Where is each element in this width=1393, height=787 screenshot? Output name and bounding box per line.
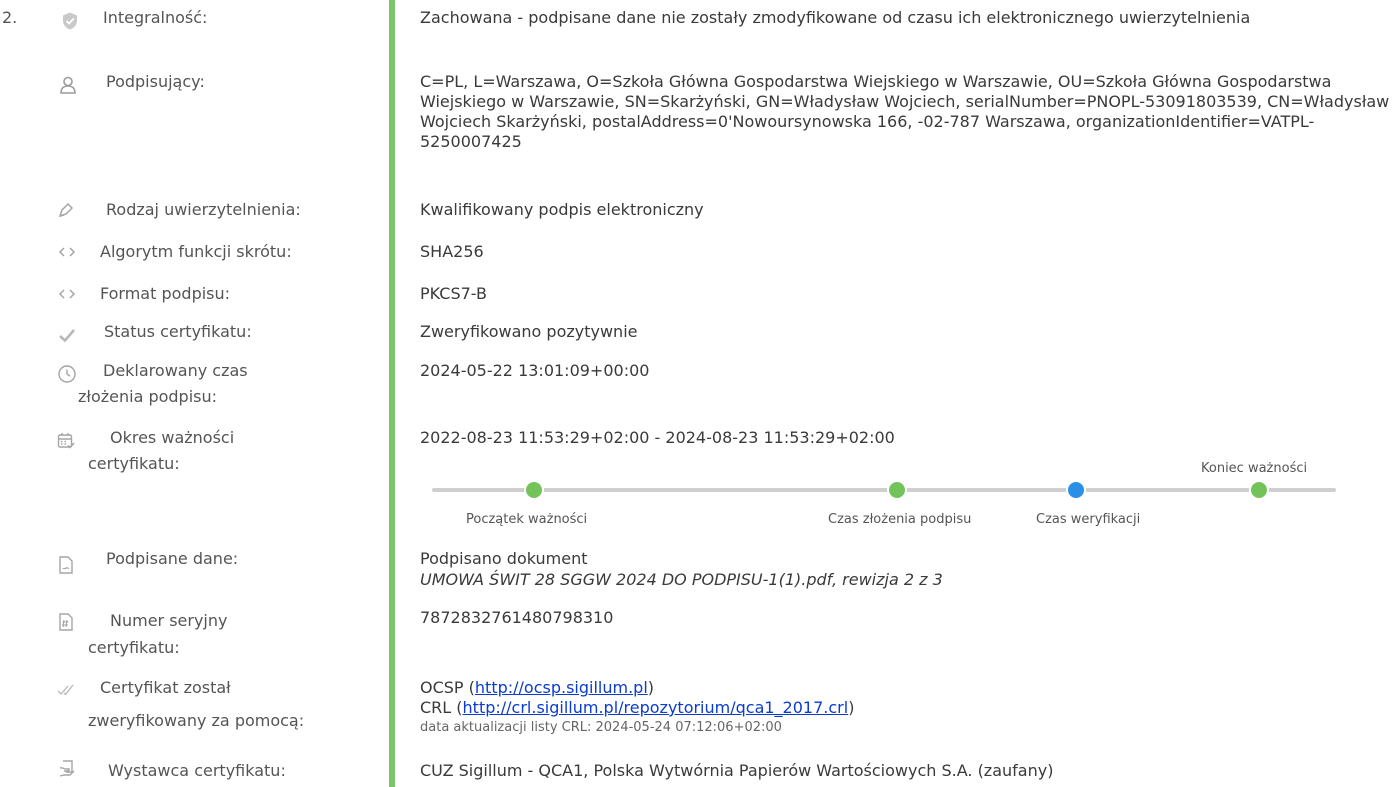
ocsp-link[interactable]: http://ocsp.sigillum.pl (475, 678, 648, 697)
integrity-label: Integralność: (103, 8, 208, 27)
validity-value: 2022-08-23 11:53:29+02:00 - 2024-08-23 1… (420, 428, 895, 447)
crl-link[interactable]: http://crl.sigillum.pl/repozytorium/qca1… (463, 698, 849, 717)
issuer-value: CUZ Sigillum - QCA1, Polska Wytwórnia Pa… (420, 761, 1054, 780)
verified-by-label-line2: zweryfikowany za pomocą: (88, 711, 305, 730)
status-accent-bar (389, 0, 395, 787)
certificate-status-value: Zweryfikowano pozytywnie (420, 322, 638, 341)
integrity-value: Zachowana - podpisane dane nie zostały z… (420, 8, 1251, 27)
timeline-end-dot (1249, 480, 1269, 500)
declared-time-label-line1: Deklarowany czas (103, 361, 248, 380)
pen-icon (56, 200, 76, 220)
code-icon (57, 242, 77, 262)
declared-time-label-line2: złożenia podpisu: (78, 387, 218, 406)
signed-data-label: Podpisane dane: (106, 549, 239, 568)
timeline-signing-dot (887, 480, 907, 500)
auth-type-value: Kwalifikowany podpis elektroniczny (420, 200, 704, 219)
crl-suffix: ) (848, 698, 855, 717)
entry-index: 2. (2, 8, 18, 27)
serial-value: 7872832761480798310 (420, 608, 614, 627)
crl-prefix: CRL ( (420, 698, 463, 717)
clock-icon (57, 364, 77, 384)
timeline-start-label: Początek ważności (466, 512, 588, 527)
crl-update-date: data aktualizacji listy CRL: 2024-05-24 … (420, 720, 782, 735)
user-icon (58, 75, 78, 95)
signed-data-filename: UMOWA ŚWIT 28 SGGW 2024 DO PODPISU-1(1).… (420, 570, 943, 589)
validity-label-line2: certyfikatu: (88, 454, 180, 473)
issuer-label: Wystawca certyfikatu: (108, 761, 286, 780)
crl-line: CRL (http://crl.sigillum.pl/repozytorium… (420, 698, 854, 718)
signature-format-value: PKCS7-B (420, 284, 487, 303)
certificate-status-label: Status certyfikatu: (104, 322, 252, 341)
certificate-hand-icon (57, 758, 77, 778)
checkmark-icon (57, 325, 77, 345)
timeline-verification-dot (1066, 480, 1086, 500)
timeline-track (432, 488, 1336, 492)
auth-type-label: Rodzaj uwierzytelnienia: (106, 200, 301, 219)
hash-algorithm-value: SHA256 (420, 242, 484, 261)
signed-data-value-line1: Podpisano dokument (420, 549, 588, 568)
verified-by-label-line1: Certyfikat został (100, 678, 231, 697)
timeline-signing-label: Czas złożenia podpisu (828, 512, 972, 527)
ocsp-suffix: ) (647, 678, 655, 697)
double-check-icon (57, 680, 77, 700)
ocsp-line: OCSP (http://ocsp.sigillum.pl) (420, 678, 654, 698)
serial-label-line2: certyfikatu: (88, 638, 180, 657)
code-icon (57, 284, 77, 304)
ocsp-prefix: OCSP ( (420, 678, 475, 697)
shield-check-icon (60, 11, 80, 31)
timeline-start-dot (524, 480, 544, 500)
signer-value: C=PL, L=Warszawa, O=Szkoła Główna Gospod… (420, 72, 1390, 151)
declared-time-value: 2024-05-22 13:01:09+00:00 (420, 361, 650, 380)
timeline-verification-label: Czas weryfikacji (1036, 512, 1141, 527)
signature-format-label: Format podpisu: (100, 284, 231, 303)
validity-label-line1: Okres ważności (110, 428, 235, 447)
calendar-check-icon (56, 431, 76, 451)
signer-label: Podpisujący: (106, 72, 205, 91)
timeline-end-label: Koniec ważności (1201, 461, 1308, 476)
signed-file-icon (56, 555, 76, 575)
hash-algorithm-label: Algorytm funkcji skrótu: (100, 242, 292, 261)
hash-file-icon (56, 612, 76, 632)
serial-label-line1: Numer seryjny (110, 611, 228, 630)
